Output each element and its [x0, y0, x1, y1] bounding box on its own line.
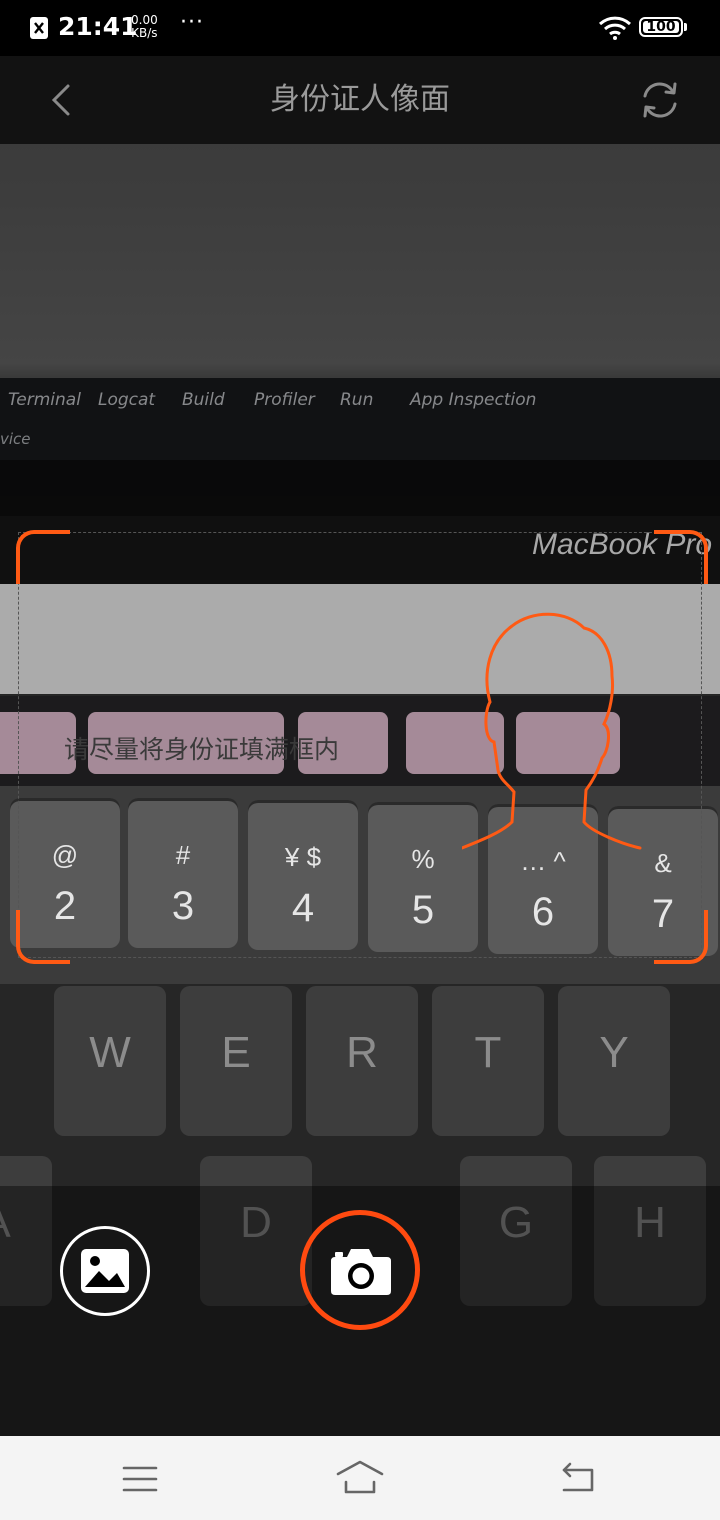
- network-speed-unit: KB/s: [131, 26, 158, 40]
- menu-icon: [122, 1466, 158, 1492]
- home-icon: [336, 1460, 384, 1494]
- image-icon: [81, 1249, 129, 1293]
- network-speed: 0.00 KB/s: [131, 14, 158, 40]
- camera-icon: [331, 1249, 391, 1295]
- nav-menu-button[interactable]: [118, 1462, 162, 1496]
- refresh-icon: [643, 82, 677, 118]
- nav-home-button[interactable]: [334, 1456, 386, 1498]
- notification-icon: [30, 17, 48, 39]
- battery-icon: 100: [639, 17, 683, 37]
- frame-corner-bottom-left: [16, 910, 70, 964]
- frame-corner-top-left: [16, 530, 70, 584]
- shutter-button[interactable]: [300, 1210, 420, 1330]
- status-time: 21:41: [58, 12, 138, 41]
- header-bar: [0, 56, 720, 144]
- more-notifications: ···: [180, 10, 204, 35]
- chevron-left-icon: [51, 84, 70, 116]
- battery-cap: [684, 23, 687, 31]
- frame-corner-bottom-right: [654, 910, 708, 964]
- switch-camera-button[interactable]: [633, 72, 687, 128]
- portrait-silhouette-icon: [460, 612, 652, 860]
- nav-back-button[interactable]: [556, 1460, 600, 1496]
- mask-top: [0, 144, 720, 516]
- battery-level: 100: [646, 19, 676, 35]
- wifi-icon: [598, 16, 632, 44]
- frame-hint: 请尽量将身份证填满框内: [64, 735, 340, 764]
- gallery-button[interactable]: [60, 1226, 150, 1316]
- back-arrow-icon: [562, 1462, 594, 1492]
- back-button[interactable]: [36, 74, 86, 126]
- mask-bottom: [0, 984, 720, 1186]
- frame-corner-top-right: [654, 530, 708, 584]
